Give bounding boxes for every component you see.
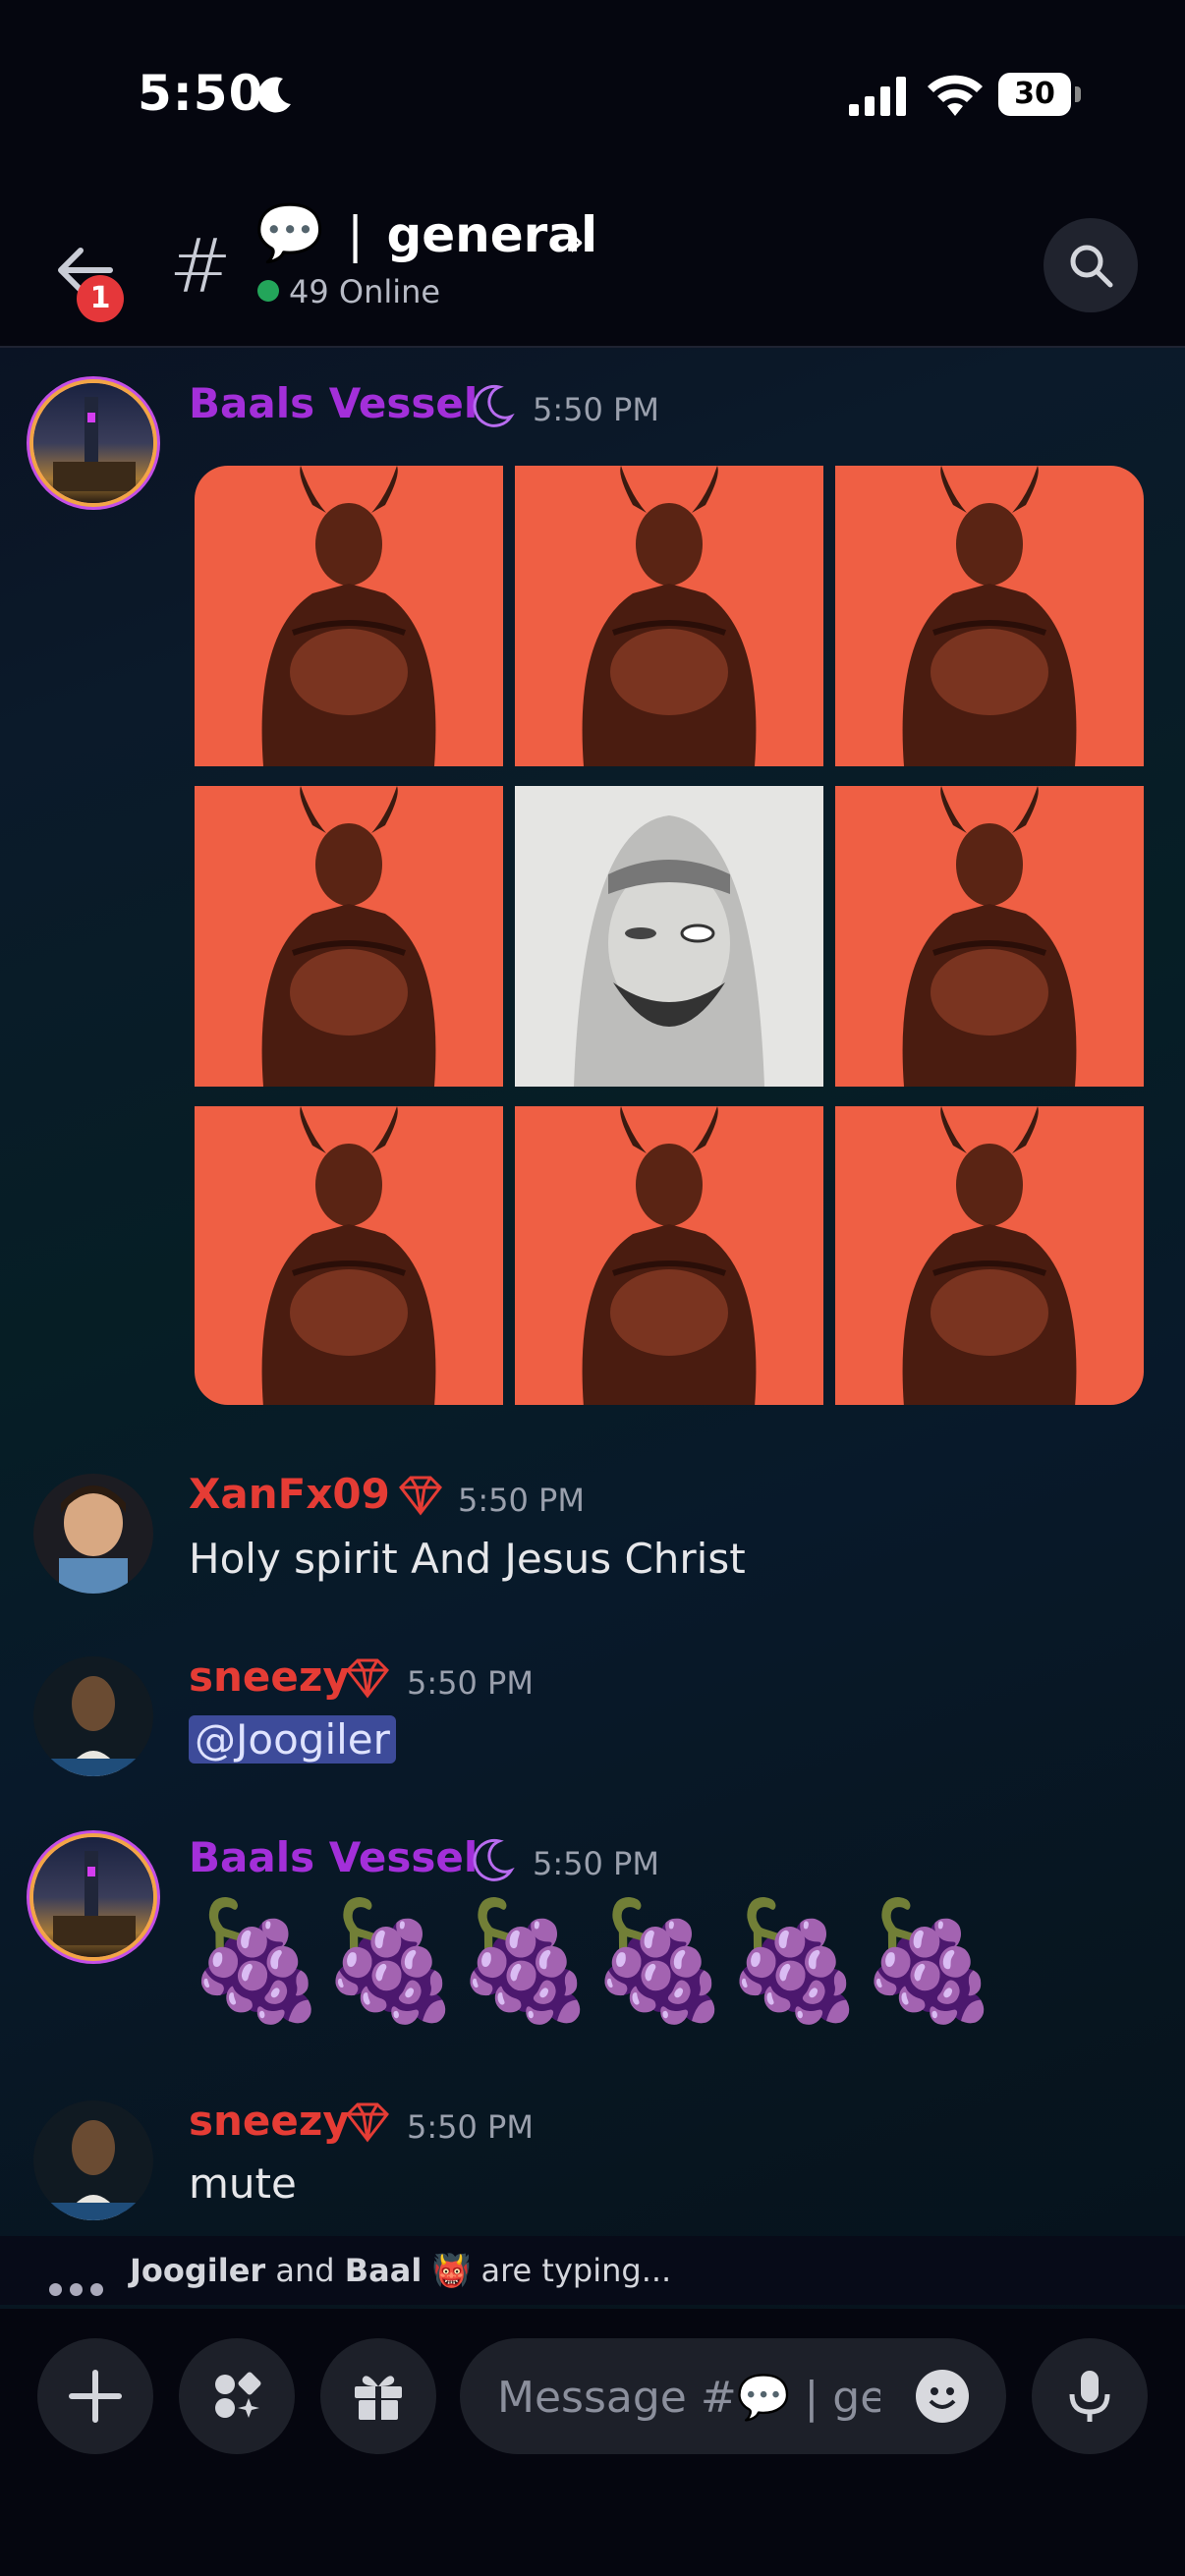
add-button[interactable] xyxy=(37,2338,153,2454)
moon-icon xyxy=(257,77,291,113)
ogre-emoji: 👹 xyxy=(431,2252,472,2289)
timestamp: 5:50 PM xyxy=(533,391,659,428)
wifi-icon xyxy=(928,75,983,116)
microphone-icon xyxy=(1069,2371,1110,2422)
avatar[interactable] xyxy=(33,383,153,503)
gem-badge-icon xyxy=(399,1476,442,1516)
grid-image-demon[interactable] xyxy=(835,786,1144,1087)
apps-button[interactable] xyxy=(179,2338,295,2454)
channel-name: general xyxy=(386,206,598,263)
moon-badge-icon xyxy=(473,1838,515,1881)
grid-image-demon[interactable] xyxy=(195,1106,503,1405)
search-icon xyxy=(1070,245,1113,288)
avatar[interactable] xyxy=(33,1837,153,1957)
status-bar: 5:50 30 xyxy=(0,0,1185,196)
avatar[interactable] xyxy=(33,2100,153,2220)
username[interactable]: Baals Vessel xyxy=(189,1833,478,1881)
typing-indicator: Joogiler and Baal 👹 are typing... xyxy=(0,2236,1185,2305)
username[interactable]: XanFx09 xyxy=(189,1470,390,1518)
user-mention[interactable]: @Joogiler xyxy=(189,1715,396,1764)
message-text: @Joogiler xyxy=(189,1715,396,1764)
gem-badge-icon xyxy=(346,1658,389,1699)
apps-icon xyxy=(215,2372,261,2418)
channel-separator: | xyxy=(347,206,365,263)
username[interactable]: sneezy xyxy=(189,2097,350,2145)
speech-bubble-emoji: 💬 xyxy=(255,201,324,265)
timestamp: 5:50 PM xyxy=(458,1482,585,1519)
gem-badge-icon xyxy=(346,2102,389,2143)
grid-image-demon[interactable] xyxy=(835,466,1144,766)
grid-image-face[interactable] xyxy=(515,786,823,1087)
username[interactable]: sneezy xyxy=(189,1652,350,1701)
message-text: mute xyxy=(189,2159,297,2208)
battery-indicator: 30 xyxy=(998,73,1081,116)
search-button[interactable] xyxy=(1044,218,1138,312)
typing-text: Joogiler and Baal 👹 are typing... xyxy=(130,2252,672,2289)
gift-icon xyxy=(355,2376,402,2420)
voice-button[interactable] xyxy=(1032,2338,1148,2454)
clock: 5:50 xyxy=(138,65,264,122)
signal-icon xyxy=(849,77,906,116)
composer-bar: Message #💬 | gen xyxy=(0,2309,1185,2576)
unread-badge: 1 xyxy=(77,275,124,322)
online-dot-icon xyxy=(257,280,279,302)
channel-hash-icon: # xyxy=(169,222,232,309)
plus-icon xyxy=(69,2370,122,2423)
gift-button[interactable] xyxy=(320,2338,436,2454)
grid-image-demon[interactable] xyxy=(515,466,823,766)
avatar[interactable] xyxy=(33,1474,153,1594)
grapes-emoji-row: 🍇🍇🍇🍇🍇🍇 xyxy=(185,1892,1002,2028)
grid-image-demon[interactable] xyxy=(195,466,503,766)
emoji-picker-icon[interactable] xyxy=(916,2370,969,2423)
timestamp: 5:50 PM xyxy=(407,2108,534,2146)
online-count: 49 Online xyxy=(257,273,440,310)
typing-dots-icon xyxy=(49,2267,111,2304)
timestamp: 5:50 PM xyxy=(533,1845,659,1882)
channel-header: 1 # 💬 | general › 49 Online xyxy=(0,196,1185,348)
message-text: Holy spirit And Jesus Christ xyxy=(189,1535,746,1583)
username[interactable]: Baals Vessel xyxy=(189,379,478,427)
chevron-right-icon[interactable]: › xyxy=(568,216,586,266)
timestamp: 5:50 PM xyxy=(407,1664,534,1702)
channel-title[interactable]: 💬 | general xyxy=(255,200,597,265)
message-placeholder: Message #💬 | gen xyxy=(497,2373,880,2423)
grid-image-demon[interactable] xyxy=(835,1106,1144,1405)
message-input[interactable]: Message #💬 | gen xyxy=(460,2338,1006,2454)
image-grid[interactable] xyxy=(195,466,1144,1405)
grid-image-demon[interactable] xyxy=(515,1106,823,1405)
grid-image-demon[interactable] xyxy=(195,786,503,1087)
moon-badge-icon xyxy=(473,384,515,427)
avatar[interactable] xyxy=(33,1656,153,1776)
